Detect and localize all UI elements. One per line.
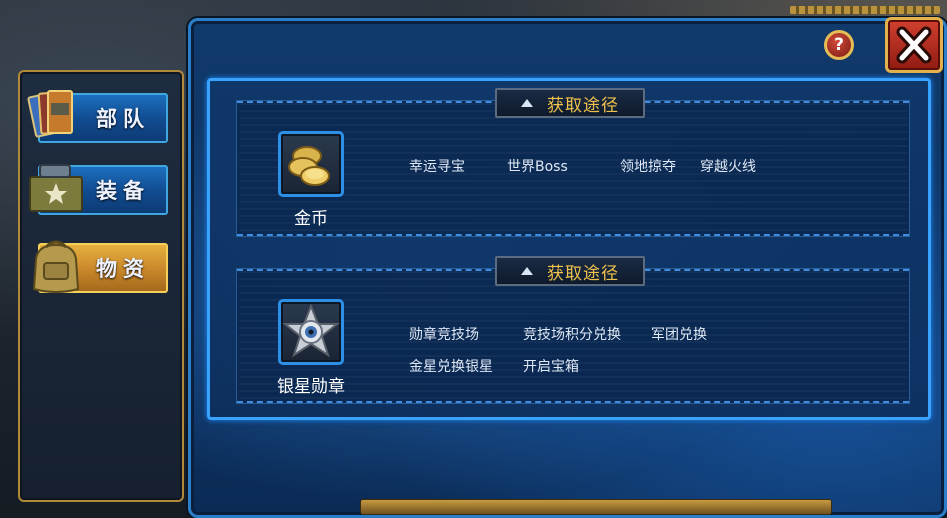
card-header-label: 获取途径 [547, 95, 619, 116]
collapse-triangle-icon [521, 267, 533, 275]
acquisition-card-silver-star-medal: 获取途径 银星勋章 勋章竞技场 竞技场积分兑换 军团兑换 金星兑换银星 开启宝箱 [236, 256, 910, 404]
acquisition-card-gold: 获取途径 金币 幸运寻宝 世界Boss 领地掠夺 穿越火线 [236, 88, 910, 237]
gold-coins-icon [288, 146, 330, 186]
card-header: 获取途径 [495, 88, 645, 118]
tab-troops[interactable]: 部队 [27, 90, 168, 143]
source-link[interactable]: 世界Boss [507, 156, 568, 176]
silver-star-medal-icon [282, 303, 340, 358]
collapse-triangle-icon [521, 99, 533, 107]
source-link[interactable]: 幸运寻宝 [409, 156, 465, 176]
tab-equipment-label: 装备 [96, 179, 150, 203]
equipment-crate-icon [29, 164, 83, 212]
top-gold-trim [790, 6, 940, 14]
item-name: 金币 [294, 209, 328, 229]
tab-equipment[interactable]: 装备 [29, 164, 168, 215]
item-name: 银星勋章 [277, 377, 345, 397]
source-link[interactable]: 军团兑换 [651, 324, 707, 344]
tab-supplies[interactable]: 物资 [32, 240, 168, 293]
bottom-gold-trim [360, 499, 832, 515]
troop-cards-icon [27, 90, 73, 138]
card-header: 获取途径 [495, 256, 645, 286]
source-link[interactable]: 领地掠夺 [620, 156, 676, 176]
close-button[interactable] [885, 17, 943, 73]
source-link[interactable]: 勋章竞技场 [409, 324, 479, 344]
item-icon-box[interactable] [278, 299, 344, 365]
close-icon [896, 26, 932, 64]
tab-troops-label: 部队 [96, 107, 150, 131]
source-link[interactable]: 穿越火线 [700, 156, 756, 176]
source-link[interactable]: 金星兑换银星 [409, 356, 493, 376]
item-icon-box[interactable] [278, 131, 344, 197]
card-header-label: 获取途径 [547, 263, 619, 284]
tab-supplies-label: 物资 [96, 257, 150, 281]
supply-backpack-icon [32, 240, 80, 293]
source-link[interactable]: 竞技场积分兑换 [523, 324, 621, 344]
help-button[interactable]: ? [824, 30, 854, 60]
source-link[interactable]: 开启宝箱 [523, 356, 579, 376]
